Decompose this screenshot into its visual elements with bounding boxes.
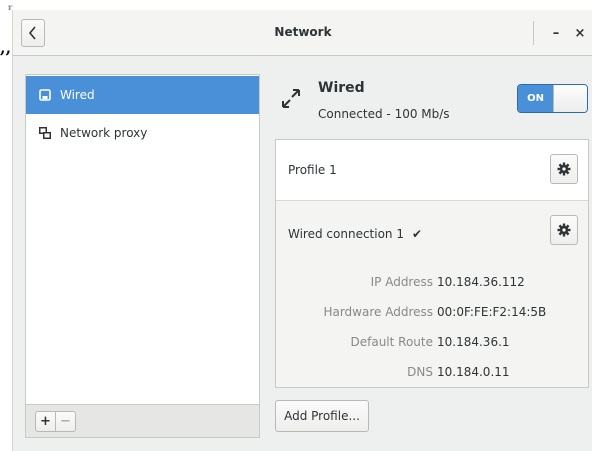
- detail-row-dns: DNS 10.184.0.11: [276, 365, 588, 381]
- detail-value: 10.184.36.112: [437, 275, 525, 289]
- add-device-button[interactable]: +: [35, 411, 56, 432]
- window-title: Network: [274, 25, 332, 39]
- network-proxy-icon: [38, 126, 52, 140]
- chevron-left-icon: [28, 26, 36, 40]
- detail-key: Hardware Address: [323, 305, 433, 319]
- device-sidebar: Wired Network proxy: [25, 74, 260, 405]
- close-icon: ×: [574, 25, 586, 41]
- detail-row-ip: IP Address 10.184.36.112: [276, 275, 588, 291]
- profile-name: Profile 1: [288, 163, 337, 177]
- profile-list: Profile 1 Wired connection 1 ✔ IP Addres…: [275, 139, 589, 388]
- active-connection-row[interactable]: Wired connection 1 ✔: [288, 227, 422, 241]
- connection-name: Wired connection 1: [288, 227, 404, 241]
- minus-icon: −: [60, 414, 71, 429]
- remove-device-button[interactable]: −: [55, 411, 76, 432]
- minimize-button[interactable]: –: [545, 22, 567, 44]
- device-status: Connected - 100 Mb/s: [318, 107, 450, 121]
- gear-icon: [557, 223, 571, 237]
- add-profile-button[interactable]: Add Profile...: [275, 400, 369, 432]
- connection-settings-button[interactable]: [550, 215, 578, 245]
- headerbar: Network – ×: [13, 10, 592, 56]
- sidebar-item-wired[interactable]: Wired: [26, 76, 259, 114]
- device-title: Wired: [318, 80, 365, 96]
- checkmark-icon: ✔: [412, 227, 423, 241]
- profile-settings-button[interactable]: [550, 154, 578, 184]
- profile-row[interactable]: Profile 1: [276, 140, 588, 201]
- close-button[interactable]: ×: [569, 22, 591, 44]
- detail-row-route: Default Route 10.184.36.1: [276, 335, 588, 351]
- detail-row-hardware: Hardware Address 00:0F:FE:F2:14:5B: [276, 305, 588, 321]
- switch-on-label: ON: [518, 85, 553, 112]
- back-button[interactable]: [21, 19, 45, 47]
- wired-connection-arrows-icon: [282, 89, 300, 108]
- sidebar-toolbar: + −: [25, 404, 260, 438]
- minimize-icon: –: [552, 25, 560, 41]
- detail-value: 10.184.0.11: [437, 365, 510, 379]
- wired-device-icon: [38, 88, 52, 102]
- active-connection-section: Wired connection 1 ✔ IP Address 10.184.3…: [276, 201, 588, 387]
- detail-key: DNS: [407, 365, 433, 379]
- detail-value: 10.184.36.1: [437, 335, 510, 349]
- network-window: Network – × Wired Network proxy + − Wire…: [12, 10, 592, 451]
- device-power-switch[interactable]: ON: [517, 84, 588, 113]
- detail-key: IP Address: [370, 275, 433, 289]
- sidebar-item-label: Wired: [60, 88, 95, 102]
- headerbar-separator: [533, 21, 534, 45]
- sidebar-item-network-proxy[interactable]: Network proxy: [26, 114, 259, 152]
- switch-knob: [553, 85, 587, 112]
- sidebar-item-label: Network proxy: [60, 126, 148, 140]
- stray-quote-mark: ,,: [0, 38, 12, 57]
- plus-icon: +: [40, 414, 51, 429]
- detail-value: 00:0F:FE:F2:14:5B: [437, 305, 547, 319]
- detail-key: Default Route: [350, 335, 434, 349]
- gear-icon: [557, 162, 571, 176]
